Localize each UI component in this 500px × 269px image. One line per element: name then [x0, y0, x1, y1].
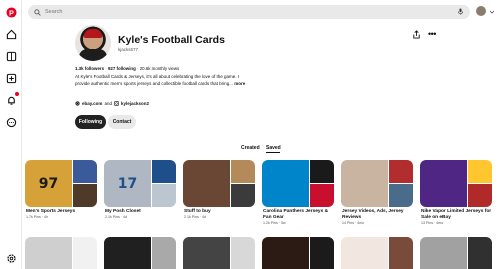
- create-icon[interactable]: [5, 72, 17, 84]
- left-rail: P: [0, 0, 22, 269]
- contact-button[interactable]: Contact: [108, 115, 136, 129]
- board-meta: 1.2k Pins · 5w: [263, 221, 286, 225]
- board-meta: 2.1k Pins · 4d: [184, 215, 206, 219]
- profile-avatar: [75, 25, 111, 61]
- tab-saved[interactable]: Saved: [266, 145, 281, 151]
- chevron-down-icon[interactable]: [489, 9, 495, 15]
- board-cover: [420, 160, 492, 207]
- search-icon: [34, 8, 41, 16]
- boards-icon[interactable]: [5, 50, 17, 62]
- board-cover: [341, 160, 413, 207]
- following-button[interactable]: Following: [75, 115, 106, 129]
- board-card[interactable]: Carolina Panthers Jerseys & Fan Gear 1.2k…: [262, 160, 334, 225]
- followers-count[interactable]: 1.3k followers: [75, 66, 104, 71]
- tab-created[interactable]: Created: [241, 145, 260, 151]
- board-card[interactable]: [341, 237, 413, 269]
- following-count[interactable]: 927 following: [108, 66, 136, 71]
- search-bar[interactable]: [28, 5, 470, 19]
- and-text: and: [104, 101, 112, 106]
- board-cover-jersey-number: 97: [38, 176, 59, 192]
- search-input[interactable]: [45, 9, 425, 15]
- more-icon[interactable]: •••: [428, 30, 436, 39]
- notifications-icon[interactable]: [5, 92, 19, 106]
- svg-text:P: P: [9, 8, 14, 17]
- globe-icon: [75, 101, 80, 106]
- instagram-link[interactable]: kylejackson2: [121, 101, 149, 106]
- notification-dot: [15, 92, 19, 96]
- board-cover-jersey-number: 17: [117, 176, 138, 192]
- board-title: Nike Vapor Limited Jerseys for Sale on e…: [421, 209, 492, 220]
- profile-links: ebay.com and kylejackson2: [75, 101, 149, 106]
- board-card[interactable]: [25, 237, 97, 269]
- board-cover: [262, 160, 334, 207]
- user-avatar[interactable]: [476, 6, 486, 16]
- board-title: Jersey Videos, Ads, Jersey Reviews: [342, 209, 404, 220]
- board-cover: 97: [25, 160, 97, 207]
- instagram-icon: [114, 101, 119, 106]
- board-cover: [183, 160, 255, 207]
- board-cover: 17: [104, 160, 176, 207]
- profile-stats: 1.3k followers · 927 following · 20.6k m…: [75, 66, 180, 71]
- board-card[interactable]: [183, 237, 255, 269]
- pinterest-logo-icon[interactable]: P: [5, 6, 17, 18]
- board-card[interactable]: Jersey Videos, Ads, Jersey Reviews 14 Pin…: [341, 160, 413, 225]
- profile-name: Kyle's Football Cards: [118, 34, 225, 46]
- board-card[interactable]: Stuff to buy 2.1k Pins · 4d: [183, 160, 255, 220]
- board-card[interactable]: Nike Vapor Limited Jerseys for Sale on e…: [420, 160, 492, 225]
- board-card[interactable]: 97 Men's Sports Jerseys 1.7k Pins · 4h: [25, 160, 97, 220]
- share-icon[interactable]: [412, 30, 421, 39]
- home-icon[interactable]: [5, 28, 17, 40]
- board-title: Stuff to buy: [184, 209, 211, 214]
- board-meta: 2.1k Pins · 4d: [105, 215, 127, 219]
- monthly-views: 20.6k monthly views: [139, 66, 180, 71]
- bio-more-link[interactable]: more: [234, 81, 245, 86]
- board-meta: 14 Pins · 4mo: [342, 221, 365, 225]
- settings-icon[interactable]: [5, 252, 17, 264]
- mic-icon[interactable]: [457, 8, 464, 15]
- profile-handle: kjacks577: [118, 47, 139, 52]
- board-meta: 1.7k Pins · 4h: [26, 215, 48, 219]
- board-title: My Posh Closet: [105, 209, 141, 214]
- board-card[interactable]: [262, 237, 334, 269]
- profile-bio: At Kyle's Football Cards & Jerseys, it's…: [75, 74, 250, 87]
- board-meta: 13 Pins · 4mo: [421, 221, 444, 225]
- board-title: Carolina Panthers Jerseys & Fan Gear: [263, 209, 329, 220]
- board-card[interactable]: [104, 237, 176, 269]
- website-link[interactable]: ebay.com: [82, 101, 102, 106]
- board-card[interactable]: 17 My Posh Closet 2.1k Pins · 4d: [104, 160, 176, 220]
- bio-text: At Kyle's Football Cards & Jerseys, it's…: [75, 74, 240, 86]
- messages-icon[interactable]: [5, 116, 17, 128]
- active-tab-indicator: [266, 152, 280, 154]
- board-card[interactable]: [420, 237, 492, 269]
- board-title: Men's Sports Jerseys: [26, 209, 76, 214]
